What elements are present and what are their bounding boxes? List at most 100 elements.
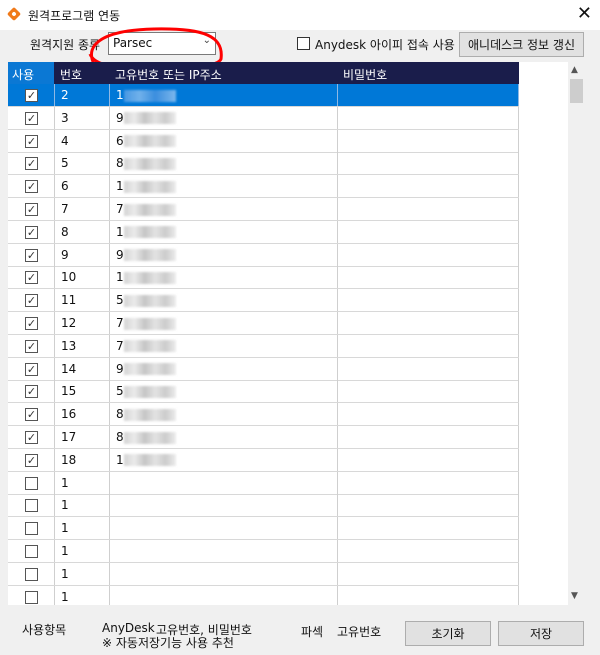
table-row[interactable]: ✓ 6 1: [8, 175, 519, 199]
vertical-scrollbar[interactable]: ▲ ▼: [568, 62, 585, 605]
table-row[interactable]: ✓ 18 1: [8, 448, 519, 472]
use-checkbox[interactable]: ✓: [25, 408, 38, 422]
table-row[interactable]: 1: [8, 540, 519, 563]
password-cell[interactable]: [338, 585, 519, 605]
use-checkbox[interactable]: ✓: [25, 134, 38, 148]
use-checkbox[interactable]: ✓: [25, 431, 38, 444]
password-cell[interactable]: [338, 289, 519, 312]
password-cell[interactable]: [338, 540, 519, 562]
use-checkbox[interactable]: [25, 522, 38, 536]
use-checkbox[interactable]: ✓: [25, 362, 38, 376]
save-button[interactable]: 저장: [498, 621, 584, 646]
id-cell[interactable]: 1: [110, 448, 338, 471]
column-header-id[interactable]: 고유번호 또는 IP주소: [115, 66, 222, 83]
column-header-number[interactable]: 번호: [60, 66, 82, 83]
password-cell[interactable]: [338, 312, 519, 334]
table-row[interactable]: ✓ 10 1: [8, 266, 519, 290]
table-row[interactable]: ✓ 14 9: [8, 357, 519, 381]
password-cell[interactable]: [338, 266, 519, 289]
use-checkbox[interactable]: ✓: [25, 180, 38, 194]
id-cell[interactable]: 6: [110, 129, 338, 152]
table-row[interactable]: 1: [8, 585, 519, 605]
table-row[interactable]: ✓ 5 8: [8, 152, 519, 176]
column-header-use[interactable]: 사용: [8, 62, 54, 84]
id-cell[interactable]: 1: [110, 266, 338, 289]
table-row[interactable]: ✓ 12 7: [8, 312, 519, 335]
password-cell[interactable]: [338, 106, 519, 129]
password-cell[interactable]: [338, 494, 519, 517]
use-checkbox[interactable]: [25, 567, 38, 581]
id-cell[interactable]: [110, 585, 338, 605]
table-row[interactable]: 1: [8, 471, 519, 495]
use-checkbox[interactable]: ✓: [25, 248, 38, 262]
password-cell[interactable]: [338, 220, 519, 243]
refresh-anydesk-button[interactable]: 애니데스크 정보 갱신: [459, 32, 584, 57]
table-row[interactable]: 1: [8, 562, 519, 586]
id-cell[interactable]: 7: [110, 334, 338, 357]
use-checkbox[interactable]: ✓: [25, 385, 38, 399]
id-cell[interactable]: 7: [110, 312, 338, 334]
id-cell[interactable]: 1: [110, 220, 338, 243]
table-row[interactable]: ✓ 17 8: [8, 426, 519, 449]
id-cell[interactable]: 5: [110, 380, 338, 403]
password-cell[interactable]: [338, 175, 519, 198]
table-row[interactable]: ✓ 9 9: [8, 243, 519, 267]
column-header-password[interactable]: 비밀번호: [343, 66, 387, 83]
use-checkbox[interactable]: ✓: [25, 89, 38, 102]
scroll-up-icon[interactable]: ▲: [571, 65, 578, 75]
close-icon[interactable]: ✕: [577, 3, 592, 24]
reset-button[interactable]: 초기화: [405, 621, 491, 646]
id-cell[interactable]: 9: [110, 106, 338, 129]
use-checkbox[interactable]: ✓: [25, 453, 38, 467]
table-row[interactable]: ✓ 15 5: [8, 380, 519, 404]
password-cell[interactable]: [338, 448, 519, 471]
table-row[interactable]: ✓ 11 5: [8, 289, 519, 313]
id-cell[interactable]: 5: [110, 289, 338, 312]
password-cell[interactable]: [338, 334, 519, 357]
password-cell[interactable]: [338, 517, 519, 540]
password-cell[interactable]: [338, 357, 519, 380]
password-cell[interactable]: [338, 403, 519, 426]
use-checkbox[interactable]: ✓: [25, 339, 38, 353]
use-checkbox[interactable]: [25, 590, 38, 604]
use-checkbox[interactable]: ✓: [25, 225, 38, 239]
id-cell[interactable]: [110, 494, 338, 517]
scroll-down-icon[interactable]: ▼: [571, 591, 578, 601]
password-cell[interactable]: [338, 380, 519, 403]
id-cell[interactable]: 1: [110, 84, 338, 106]
table-row[interactable]: ✓ 16 8: [8, 403, 519, 427]
id-cell[interactable]: 8: [110, 403, 338, 426]
password-cell[interactable]: [338, 426, 519, 448]
table-row[interactable]: 1: [8, 494, 519, 518]
password-cell[interactable]: [338, 84, 519, 106]
use-checkbox[interactable]: [25, 545, 38, 558]
table-row[interactable]: ✓ 8 1: [8, 220, 519, 244]
id-cell[interactable]: 7: [110, 198, 338, 220]
table-row[interactable]: ✓ 4 6: [8, 129, 519, 153]
table-row[interactable]: ✓ 2 1: [8, 84, 519, 107]
password-cell[interactable]: [338, 152, 519, 175]
password-cell[interactable]: [338, 243, 519, 266]
password-cell[interactable]: [338, 129, 519, 152]
password-cell[interactable]: [338, 198, 519, 220]
id-cell[interactable]: 8: [110, 426, 338, 448]
table-row[interactable]: ✓ 3 9: [8, 106, 519, 130]
id-cell[interactable]: [110, 471, 338, 494]
anydesk-ip-checkbox[interactable]: [297, 37, 310, 50]
id-cell[interactable]: 1: [110, 175, 338, 198]
table-row[interactable]: 1: [8, 517, 519, 541]
id-cell[interactable]: [110, 517, 338, 540]
use-checkbox[interactable]: ✓: [25, 203, 38, 216]
id-cell[interactable]: [110, 540, 338, 562]
password-cell[interactable]: [338, 471, 519, 494]
scroll-thumb[interactable]: [570, 79, 583, 103]
use-checkbox[interactable]: ✓: [25, 294, 38, 308]
use-checkbox[interactable]: ✓: [25, 271, 38, 285]
table-row[interactable]: ✓ 13 7: [8, 334, 519, 358]
id-cell[interactable]: 8: [110, 152, 338, 175]
id-cell[interactable]: 9: [110, 243, 338, 266]
use-checkbox[interactable]: ✓: [25, 111, 38, 125]
use-checkbox[interactable]: [25, 476, 38, 490]
use-checkbox[interactable]: [25, 499, 38, 513]
use-checkbox[interactable]: ✓: [25, 157, 38, 171]
